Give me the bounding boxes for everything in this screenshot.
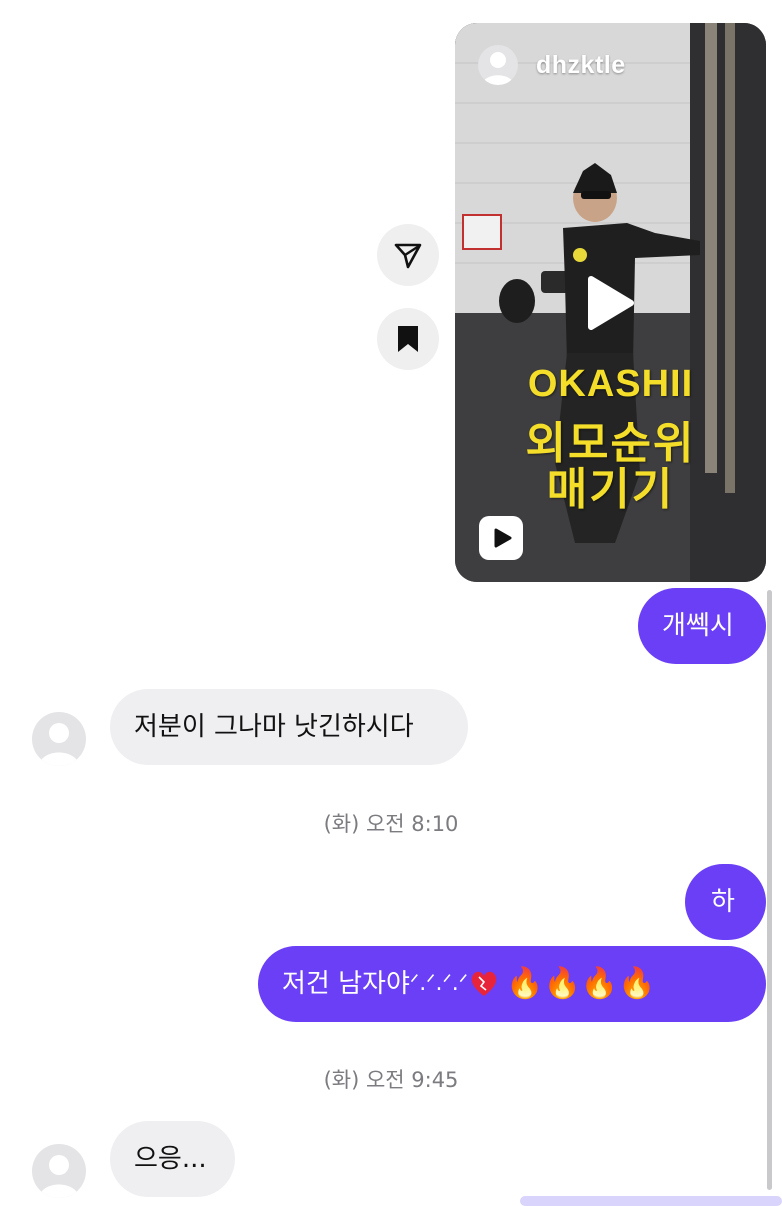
message-bubble-incoming[interactable]: 저분이 그나마 낫긴하시다: [110, 689, 468, 765]
message-timestamp: (화) 오전 9:45: [323, 1068, 459, 1092]
message-text: 하: [711, 887, 735, 917]
contact-avatar[interactable]: [32, 712, 86, 766]
reels-icon: [479, 516, 523, 560]
message-bubble-outgoing[interactable]: 저건 남자야 ᐟ.ᐟ.ᐟ.ᐟ 🔥🔥🔥🔥: [258, 946, 766, 1022]
reel-overlay-line3: 매기기: [546, 464, 675, 515]
send-icon: [394, 243, 422, 269]
fire-emoji: 🔥🔥🔥🔥: [506, 966, 656, 1001]
contact-avatar[interactable]: [32, 1144, 86, 1198]
message-text: 개쎅시: [662, 611, 734, 641]
message-bubble-incoming[interactable]: 으응...: [110, 1121, 235, 1197]
message-text: 저건 남자야: [282, 969, 410, 999]
message-text: 으응...: [134, 1144, 207, 1174]
partial-message-bubble: [520, 1196, 782, 1206]
bookmark-icon: [398, 326, 418, 352]
message-bubble-outgoing[interactable]: 하: [685, 864, 766, 940]
reel-username: dhzktle: [536, 50, 626, 79]
share-button[interactable]: [377, 224, 439, 286]
message-timestamp: (화) 오전 8:10: [323, 812, 459, 836]
shared-reel-card[interactable]: dhzktle OKASHII 외모순위 매기기: [455, 23, 766, 582]
user-avatar-icon: [478, 45, 518, 85]
message-punctuation: ᐟ.ᐟ.ᐟ.ᐟ: [409, 971, 469, 996]
play-icon[interactable]: [581, 275, 637, 331]
message-text: 저분이 그나마 낫긴하시다: [134, 712, 414, 742]
mending-heart-icon: [471, 971, 497, 996]
scrollbar[interactable]: [767, 590, 772, 1190]
reel-overlay-title: OKASHII: [527, 363, 694, 405]
save-button[interactable]: [377, 308, 439, 370]
message-bubble-outgoing[interactable]: 개쎅시: [638, 588, 766, 664]
reel-header[interactable]: dhzktle: [478, 45, 626, 85]
